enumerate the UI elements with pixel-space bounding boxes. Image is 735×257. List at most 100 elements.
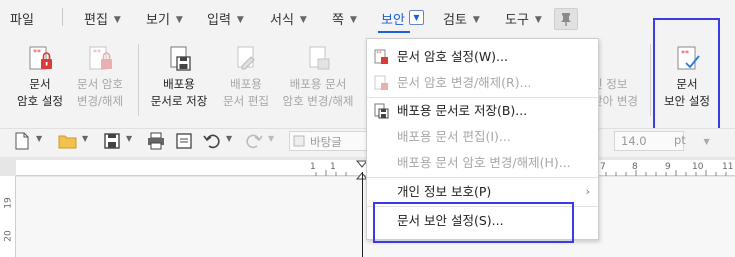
- menu-item-personal-info[interactable]: 개인 정보 보호(P) ›: [367, 180, 598, 204]
- chevron-down-icon: ▼: [413, 13, 420, 22]
- open-folder-icon[interactable]: [58, 132, 78, 150]
- ruler-number: 9: [665, 162, 671, 172]
- document-security-icon: **: [677, 46, 700, 70]
- menu-insert-label: 입력: [207, 13, 231, 28]
- distribution-password-line2: 암호 변경/해제: [282, 94, 354, 108]
- chevron-down-icon: ▼: [703, 137, 710, 146]
- menu-format[interactable]: 서식 ▼: [270, 9, 307, 28]
- chevron-down-icon[interactable]: ▼: [36, 134, 42, 143]
- menu-tools-label: 도구: [505, 13, 529, 28]
- chevron-down-icon: ▼: [472, 15, 480, 25]
- menu-item-edit-distribution[interactable]: 배포용 문서 편집(I)...: [367, 125, 598, 149]
- font-unit-value: pt: [674, 133, 686, 147]
- save-distribution-button[interactable]: 배포용 문서로 저장: [146, 46, 212, 110]
- save-distribution-line2: 문서로 저장: [150, 94, 208, 108]
- active-menu-underline: [378, 31, 410, 33]
- chevron-down-icon: ▼: [236, 15, 244, 25]
- save-icon[interactable]: [102, 132, 122, 150]
- chevron-down-icon: ▼: [113, 15, 121, 25]
- font-unit-select[interactable]: pt ▼: [668, 131, 722, 151]
- distribution-password-line1: 배포용 문서: [289, 77, 347, 91]
- menu-page-label: 쪽: [332, 13, 344, 28]
- menu-item-doc-password-change[interactable]: 문서 암호 변경/해제(R)...: [367, 71, 598, 95]
- ruler-number: 8: [632, 162, 638, 172]
- document-save-icon: [374, 103, 389, 119]
- menu-tools[interactable]: 도구 ▼: [505, 9, 542, 28]
- menu-item-label: 개인 정보 보호(P): [397, 184, 492, 199]
- document-lock-icon: **: [29, 46, 52, 70]
- menu-security-dropdown-toggle[interactable]: ▼: [409, 10, 424, 25]
- menu-page[interactable]: 쪽 ▼: [332, 9, 357, 28]
- doc-security-line1: 문서: [676, 77, 698, 91]
- chevron-right-icon: ›: [585, 185, 590, 198]
- menu-review[interactable]: 검토 ▼: [443, 9, 480, 28]
- doc-security-line2: 보안 설정: [664, 94, 710, 108]
- personal-info-button[interactable]: 인 정보 찾아 변경: [592, 46, 646, 110]
- distribution-password-button[interactable]: 배포용 문서 암호 변경/해제: [278, 46, 358, 110]
- chevron-down-icon: ▼: [175, 15, 183, 25]
- ribbon-separator: [650, 44, 651, 116]
- edit-distribution-button[interactable]: 배포용 문서 편집: [218, 46, 274, 110]
- document-key-icon: [309, 46, 330, 70]
- document-lock-icon: **: [374, 49, 388, 64]
- menu-security-label: 보안: [381, 13, 405, 28]
- redo-icon[interactable]: [244, 132, 264, 150]
- ruler-number: 7: [600, 162, 606, 172]
- menu-format-label: 서식: [270, 13, 294, 28]
- menu-review-label: 검토: [443, 13, 467, 28]
- print-preview-icon[interactable]: [174, 132, 194, 150]
- style-icon: [293, 135, 305, 147]
- chevron-down-icon: ▼: [299, 15, 307, 25]
- font-style-value: 바탕글: [310, 135, 342, 149]
- edit-distribution-line1: 배포용: [230, 77, 262, 91]
- menu-separator: [62, 8, 63, 26]
- menu-edit-label: 편집: [84, 13, 108, 28]
- menu-item-doc-password[interactable]: ** 문서 암호 설정(W)...: [367, 45, 598, 69]
- menu-insert[interactable]: 입력 ▼: [207, 9, 244, 28]
- chevron-down-icon[interactable]: ▼: [126, 134, 132, 143]
- ruler-number: 20: [3, 230, 14, 242]
- pin-icon: [561, 13, 571, 26]
- doc-password-change-line2: 변경/해제: [76, 94, 124, 108]
- document-save-icon: [170, 46, 191, 71]
- ruler-number: 11: [722, 162, 734, 172]
- chevron-down-icon: ▼: [534, 15, 542, 25]
- print-icon[interactable]: [146, 132, 166, 150]
- menu-item-label: 문서 암호 설정(W)...: [397, 49, 508, 64]
- doc-security-button[interactable]: ** 문서 보안 설정: [660, 46, 714, 110]
- menu-item-label: 배포용 문서 편집(I)...: [397, 129, 511, 144]
- ribbon-collapse-button[interactable]: [554, 8, 578, 30]
- chevron-down-icon: ▼: [349, 15, 357, 25]
- menu-item-distribution-password[interactable]: 배포용 문서 암호 변경/해제(H)...: [367, 151, 598, 175]
- menu-separator: [367, 177, 598, 178]
- ruler-number: 1: [310, 162, 316, 172]
- ribbon-separator: [138, 44, 139, 116]
- menu-view[interactable]: 보기 ▼: [146, 9, 183, 28]
- vertical-ruler[interactable]: 19 20: [0, 176, 16, 257]
- doc-password-button[interactable]: ** 문서 암호 설정: [12, 46, 68, 110]
- undo-icon[interactable]: [202, 132, 222, 150]
- doc-password-line2: 암호 설정: [17, 94, 63, 108]
- menu-item-label: 문서 암호 변경/해제(R)...: [397, 75, 532, 90]
- svg-text:**: **: [33, 48, 41, 57]
- document-lock-edit-icon: **: [89, 46, 112, 70]
- ruler-number: 1: [330, 162, 336, 172]
- font-size-value: 14.0: [621, 134, 647, 148]
- svg-text:**: **: [93, 48, 101, 57]
- doc-security-menu-highlight: [373, 202, 574, 243]
- new-document-icon[interactable]: [12, 132, 32, 150]
- menu-edit[interactable]: 편집 ▼: [84, 9, 121, 28]
- doc-password-change-button[interactable]: ** 문서 암호 변경/해제: [72, 46, 128, 110]
- menu-security[interactable]: 보안: [381, 9, 405, 28]
- menu-item-save-distribution[interactable]: 배포용 문서로 저장(B)...: [367, 99, 598, 123]
- ruler-number: 10: [692, 162, 704, 172]
- document-edit-icon: [237, 46, 255, 70]
- menu-view-label: 보기: [146, 13, 170, 28]
- personal-info-line1: 인 정보: [592, 77, 628, 91]
- menu-separator: [367, 97, 598, 98]
- save-distribution-line1: 배포용: [163, 77, 195, 91]
- chevron-down-icon[interactable]: ▼: [226, 134, 232, 143]
- chevron-down-icon[interactable]: ▼: [268, 134, 274, 143]
- menu-file[interactable]: 파일: [10, 9, 34, 28]
- chevron-down-icon[interactable]: ▼: [82, 134, 88, 143]
